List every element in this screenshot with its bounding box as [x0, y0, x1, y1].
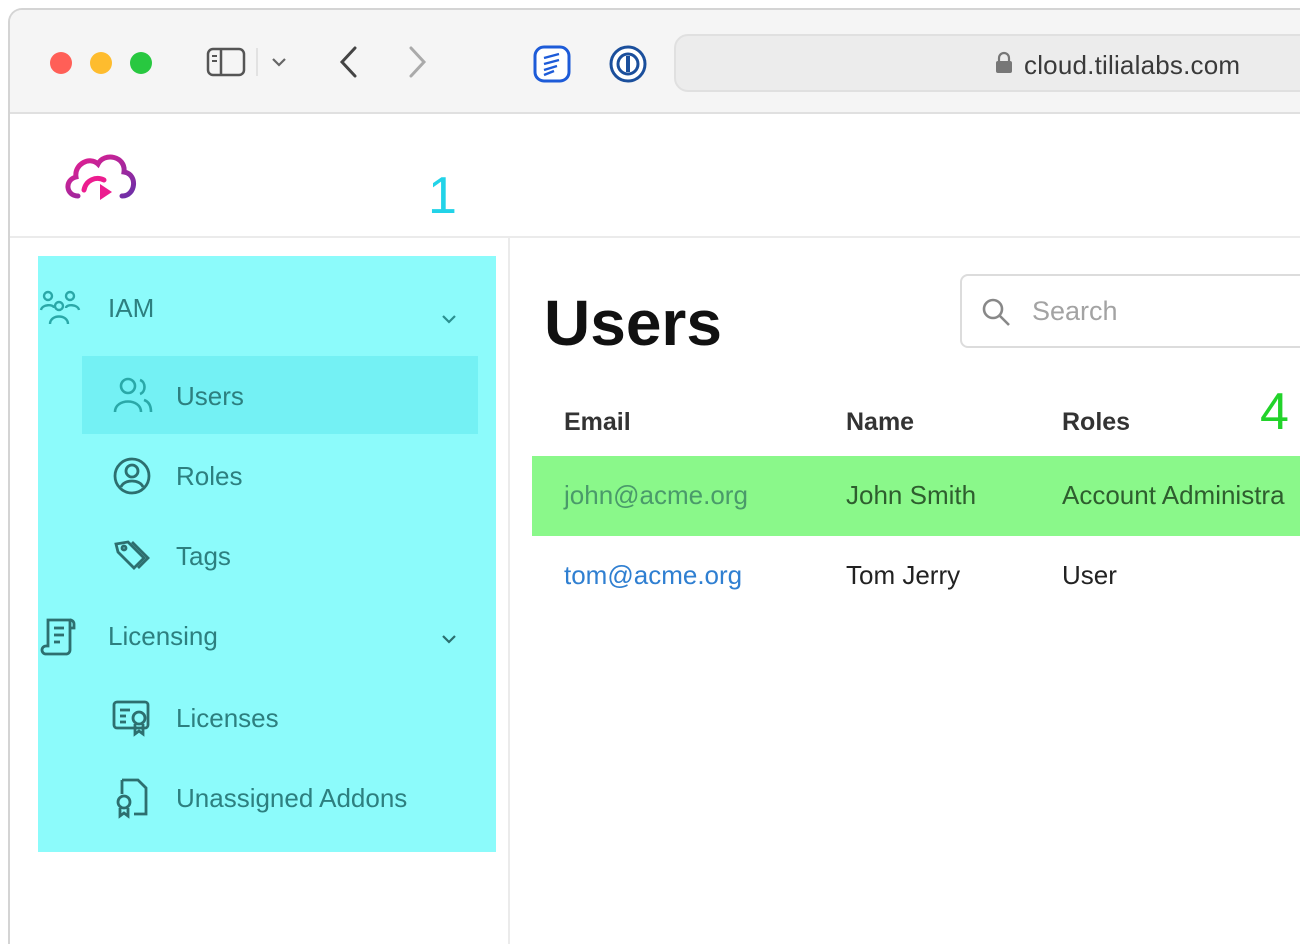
forward-icon[interactable] — [402, 44, 434, 80]
sidebar-item-label: Licenses — [176, 702, 279, 733]
people-group-icon — [38, 286, 82, 330]
chevron-down-icon[interactable] — [438, 308, 460, 330]
browser-toolbar: cloud.tilialabs.com — [10, 10, 1300, 114]
sidebar-item-roles[interactable]: Roles — [110, 454, 242, 498]
app-header: 1 — [10, 114, 1300, 238]
chevron-down-icon[interactable] — [438, 628, 460, 650]
sidebar-item-label: Tags — [176, 540, 231, 571]
password-manager-icon[interactable] — [608, 44, 648, 84]
minimize-window-button[interactable] — [90, 52, 112, 74]
user-email-link[interactable]: tom@acme.org — [564, 560, 742, 591]
sidebar-group-label: Licensing — [108, 620, 218, 651]
browser-window: cloud.tilialabs.com 1 IAM Users Roles Ta… — [8, 8, 1300, 944]
column-header-name[interactable]: Name — [846, 408, 914, 437]
sidebar-item-unassigned-addons[interactable]: Unassigned Addons — [110, 776, 407, 820]
certificate-icon — [110, 696, 154, 740]
column-header-roles[interactable]: Roles — [1062, 408, 1130, 437]
sidebar-item-label: Unassigned Addons — [176, 782, 408, 813]
annotation-marker-1: 1 — [428, 167, 457, 225]
table-row[interactable]: tom@acme.org Tom Jerry User — [532, 536, 1300, 616]
address-text: cloud.tilialabs.com — [1024, 50, 1241, 80]
toolbar-separator — [256, 48, 258, 76]
address-bar[interactable]: cloud.tilialabs.com — [674, 34, 1300, 92]
sidebar-toggle-icon[interactable] — [205, 46, 247, 78]
sidebar-item-label: Users — [176, 380, 244, 411]
search-icon — [980, 296, 1012, 328]
user-name: Tom Jerry — [846, 560, 961, 590]
search-box[interactable] — [960, 274, 1300, 348]
sidebar-item-label: Roles — [176, 460, 243, 491]
cloud-logo-icon[interactable] — [60, 144, 142, 208]
sidebar-item-users[interactable]: Users — [110, 374, 244, 418]
tags-icon — [110, 534, 154, 578]
document-badge-icon — [110, 776, 154, 820]
chevron-down-icon[interactable] — [268, 50, 290, 74]
user-roles: Account Administra — [1062, 480, 1285, 510]
sidebar-group-iam[interactable]: IAM — [38, 286, 154, 330]
sidebar-item-licenses[interactable]: Licenses — [110, 696, 279, 740]
column-header-email[interactable]: Email — [564, 408, 631, 437]
user-name: John Smith — [846, 480, 977, 510]
table-row[interactable]: john@acme.org John Smith Account Adminis… — [532, 456, 1300, 536]
sidebar — [10, 238, 510, 944]
annotation-marker-4: 4 — [1260, 383, 1289, 441]
zoom-window-button[interactable] — [130, 52, 152, 74]
sidebar-item-tags[interactable]: Tags — [110, 534, 231, 578]
search-input[interactable] — [1032, 290, 1300, 332]
lock-icon — [994, 51, 1014, 80]
sidebar-group-label: IAM — [108, 292, 155, 323]
user-circle-icon — [110, 454, 154, 498]
sidebar-highlight-region — [38, 256, 496, 852]
back-icon[interactable] — [332, 44, 364, 80]
user-roles: User — [1062, 560, 1117, 590]
close-window-button[interactable] — [50, 52, 72, 74]
scroll-icon — [38, 614, 82, 658]
page-title: Users — [544, 287, 722, 359]
sidebar-group-licensing[interactable]: Licensing — [38, 614, 218, 658]
users-icon — [110, 374, 154, 418]
user-email-link[interactable]: john@acme.org — [564, 480, 748, 511]
extension-icon[interactable] — [532, 44, 572, 84]
